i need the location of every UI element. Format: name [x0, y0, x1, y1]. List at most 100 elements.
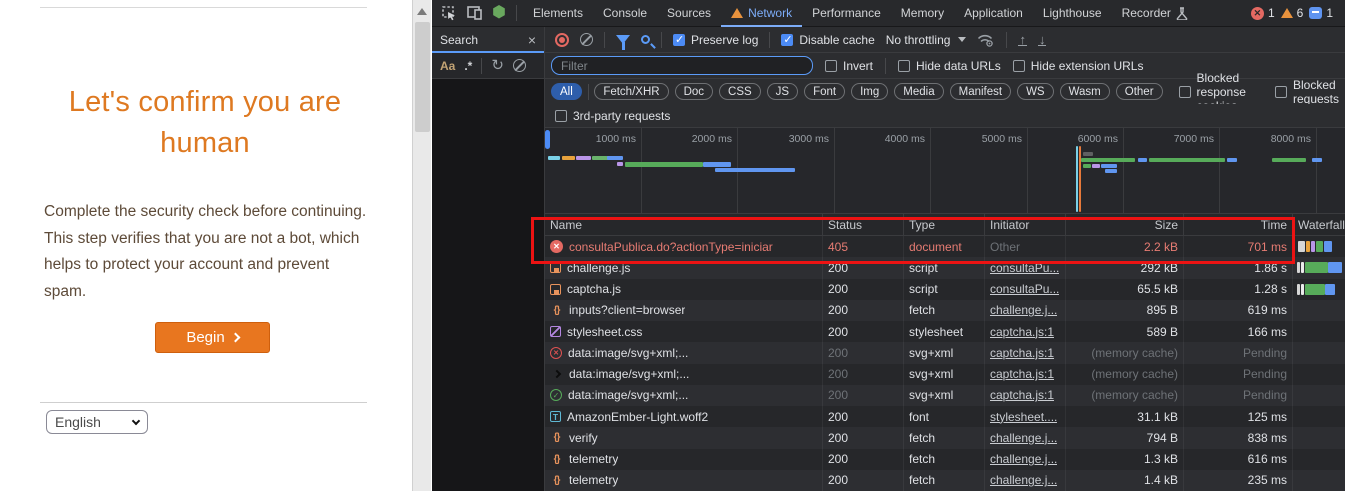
import-har-icon[interactable]: ↑	[1018, 34, 1027, 46]
scrollbar-thumb[interactable]	[415, 22, 430, 132]
pill-fetch-xhr[interactable]: Fetch/XHR	[594, 83, 668, 100]
checkbox-checked-icon[interactable]	[673, 34, 685, 46]
checkbox-icon[interactable]	[1179, 86, 1191, 98]
tab-recorder[interactable]: Recorder	[1112, 0, 1198, 27]
table-row[interactable]: ✕data:image/svg+xml;... 200 svg+xml capt…	[545, 342, 1345, 363]
initiator-link[interactable]: captcha.js:1	[990, 325, 1054, 339]
tab-lighthouse[interactable]: Lighthouse	[1033, 0, 1112, 27]
hide-extension-urls-label: Hide extension URLs	[1031, 59, 1144, 73]
error-icon: ✕	[1251, 7, 1264, 20]
issues-badge[interactable]: 1	[1309, 6, 1333, 20]
refresh-icon[interactable]: ↻	[491, 60, 504, 72]
column-header-status[interactable]: Status	[823, 214, 904, 235]
clear-network-log-button[interactable]	[580, 33, 593, 46]
overview-drag-handle[interactable]	[545, 130, 550, 149]
tab-elements[interactable]: Elements	[523, 0, 593, 27]
device-toolbar-icon[interactable]	[467, 6, 482, 20]
column-header-initiator[interactable]: Initiator	[985, 214, 1066, 235]
table-row[interactable]: {}telemetry 200 fetch challenge.j... 1.4…	[545, 470, 1345, 491]
console-warnings-badge[interactable]: 6	[1281, 6, 1304, 20]
table-row[interactable]: stylesheet.css 200 stylesheet captcha.js…	[545, 321, 1345, 342]
table-row[interactable]: captcha.js 200 script consultaPu... 65.5…	[545, 279, 1345, 300]
tab-network[interactable]: Network	[721, 0, 802, 27]
network-conditions-icon[interactable]	[977, 33, 995, 47]
inspect-element-icon[interactable]	[442, 6, 457, 21]
match-case-icon[interactable]: Aa	[440, 59, 455, 73]
console-errors-badge[interactable]: ✕ 1	[1251, 6, 1275, 20]
pill-js[interactable]: JS	[767, 83, 798, 100]
filter-input[interactable]	[551, 56, 813, 75]
page-scrollbar[interactable]	[412, 0, 431, 491]
regex-icon[interactable]: .*	[464, 59, 472, 73]
scroll-up-arrow-icon[interactable]	[417, 8, 427, 15]
pill-wasm[interactable]: Wasm	[1060, 83, 1110, 100]
column-header-time[interactable]: Time	[1184, 214, 1293, 235]
throttling-dropdown[interactable]: No throttling	[886, 33, 967, 47]
table-row[interactable]: {}telemetry 200 fetch challenge.j... 1.3…	[545, 449, 1345, 470]
initiator-link[interactable]: challenge.j...	[990, 303, 1057, 317]
timeline-bar	[625, 162, 703, 167]
begin-button[interactable]: Begin	[155, 322, 270, 353]
table-row[interactable]: {}inputs?client=browser 200 fetch challe…	[545, 300, 1345, 321]
tab-performance[interactable]: Performance	[802, 0, 891, 27]
initiator-link[interactable]: stylesheet....	[990, 410, 1057, 424]
hide-extension-urls-checkbox[interactable]: Hide extension URLs	[1013, 59, 1144, 73]
column-header-type[interactable]: Type	[904, 214, 985, 235]
pill-other[interactable]: Other	[1116, 83, 1163, 100]
table-row[interactable]: challenge.js 200 script consultaPu... 29…	[545, 257, 1345, 278]
tab-application[interactable]: Application	[954, 0, 1033, 27]
column-header-size[interactable]: Size	[1066, 214, 1184, 235]
third-party-requests-checkbox[interactable]: 3rd-party requests	[555, 109, 670, 123]
pill-media[interactable]: Media	[894, 83, 943, 100]
initiator-link[interactable]: captcha.js:1	[990, 346, 1054, 360]
clear-search-icon[interactable]	[513, 59, 526, 72]
pill-doc[interactable]: Doc	[675, 83, 713, 100]
search-icon[interactable]	[641, 35, 650, 44]
node-icon[interactable]: ⬢	[492, 6, 506, 20]
pill-img[interactable]: Img	[851, 83, 888, 100]
close-icon[interactable]: ×	[528, 32, 536, 48]
pill-font[interactable]: Font	[804, 83, 845, 100]
export-har-icon[interactable]: ↓	[1038, 34, 1047, 46]
waterfall-bar	[1316, 241, 1323, 252]
table-row[interactable]: ✕consultaPublica.do?actionType=iniciar 4…	[545, 236, 1345, 257]
language-select[interactable]: English	[46, 410, 148, 434]
checkbox-icon[interactable]	[898, 60, 910, 72]
filter-icon[interactable]	[616, 35, 630, 44]
initiator-link[interactable]: challenge.j...	[990, 452, 1057, 466]
table-row[interactable]: {}verify 200 fetch challenge.j... 794 B …	[545, 427, 1345, 448]
pill-all[interactable]: All	[551, 83, 582, 100]
table-row[interactable]: data:image/svg+xml;... 200 svg+xml captc…	[545, 364, 1345, 385]
initiator-link[interactable]: captcha.js:1	[990, 367, 1054, 381]
initiator-link[interactable]: consultaPu...	[990, 282, 1059, 296]
pill-manifest[interactable]: Manifest	[950, 83, 1011, 100]
blocked-requests-checkbox[interactable]: Blocked requests	[1275, 78, 1339, 106]
tab-sources[interactable]: Sources	[657, 0, 721, 27]
hide-data-urls-checkbox[interactable]: Hide data URLs	[898, 59, 1001, 73]
screen: Let's confirm you are human Complete the…	[0, 0, 1345, 491]
table-row[interactable]: ✓data:image/svg+xml;... 200 svg+xml capt…	[545, 385, 1345, 406]
preserve-log-checkbox[interactable]: Preserve log	[673, 33, 758, 47]
pill-css[interactable]: CSS	[719, 83, 761, 100]
checkbox-icon[interactable]	[555, 110, 567, 122]
network-overview-timeline[interactable]: 1000 ms 2000 ms 3000 ms 4000 ms 5000 ms …	[545, 128, 1345, 214]
record-network-log-button[interactable]	[555, 33, 569, 47]
initiator-link[interactable]: challenge.j...	[990, 431, 1057, 445]
image-preview-check-icon: ✓	[550, 389, 562, 401]
pill-ws[interactable]: WS	[1017, 83, 1054, 100]
initiator-link[interactable]: consultaPu...	[990, 261, 1059, 275]
checkbox-icon[interactable]	[825, 60, 837, 72]
checkbox-icon[interactable]	[1013, 60, 1025, 72]
checkbox-checked-icon[interactable]	[781, 34, 793, 46]
tab-console[interactable]: Console	[593, 0, 657, 27]
initiator-link[interactable]: challenge.j...	[990, 473, 1057, 487]
initiator-link[interactable]: captcha.js:1	[990, 388, 1054, 402]
search-drawer-tab[interactable]: Search ×	[432, 27, 545, 53]
disable-cache-checkbox[interactable]: Disable cache	[781, 33, 874, 47]
tab-memory[interactable]: Memory	[891, 0, 954, 27]
invert-checkbox[interactable]: Invert	[825, 59, 873, 73]
table-row[interactable]: TAmazonEmber-Light.woff2 200 font styles…	[545, 406, 1345, 427]
checkbox-icon[interactable]	[1275, 86, 1287, 98]
column-header-name[interactable]: Name	[545, 214, 823, 235]
column-header-waterfall[interactable]: Waterfall	[1293, 214, 1345, 235]
